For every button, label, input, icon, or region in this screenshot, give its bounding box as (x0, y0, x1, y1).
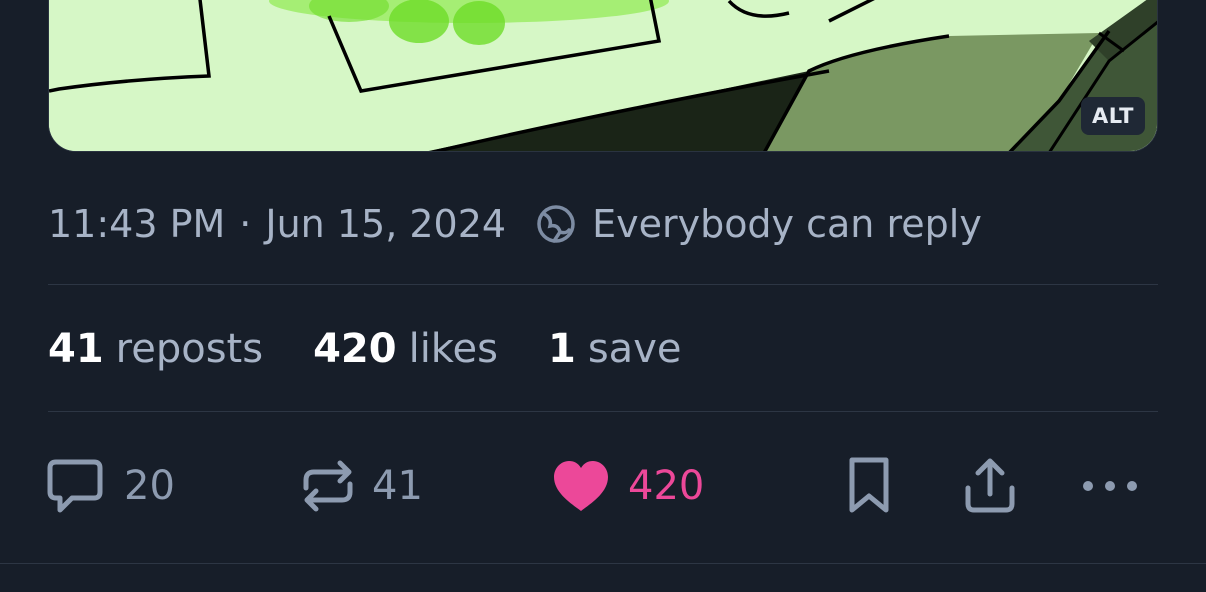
saves-count: 1 (548, 326, 576, 372)
post-stats: 41 reposts 420 likes 1 save (48, 322, 731, 376)
divider (48, 284, 1158, 285)
post-detail: ALT 11:43 PM · Jun 15, 2024 Everybody ca… (0, 0, 1206, 592)
like-button[interactable]: 420 (552, 454, 704, 518)
saves-stat[interactable]: 1 save (548, 326, 681, 372)
share-button[interactable] (962, 454, 1018, 518)
saves-label: save (587, 326, 682, 372)
bookmark-button[interactable] (846, 454, 892, 518)
cartoon-illustration (49, 0, 1157, 151)
likes-label: likes (408, 326, 498, 372)
post-image[interactable]: ALT (48, 0, 1158, 152)
alt-text-badge[interactable]: ALT (1081, 97, 1145, 135)
bookmark-icon (846, 456, 892, 516)
repost-icon (300, 456, 356, 516)
divider (48, 411, 1158, 412)
more-button[interactable] (1080, 454, 1140, 518)
globe-icon (536, 204, 576, 244)
reply-setting[interactable]: Everybody can reply (592, 202, 982, 246)
likes-stat[interactable]: 420 likes (313, 326, 498, 372)
divider (0, 563, 1206, 564)
reply-button[interactable]: 20 (46, 454, 175, 518)
heart-icon (552, 459, 610, 513)
reposts-stat[interactable]: 41 reposts (48, 326, 263, 372)
more-icon (1080, 476, 1140, 496)
like-count: 420 (628, 463, 705, 509)
action-bar: 20 41 420 (0, 454, 1206, 518)
meta-separator: · (239, 202, 252, 246)
reply-count: 20 (124, 463, 175, 509)
repost-count: 41 (372, 463, 423, 509)
share-icon (962, 456, 1018, 516)
post-time: 11:43 PM (48, 202, 226, 246)
reposts-label: reposts (115, 326, 264, 372)
repost-button[interactable]: 41 (300, 454, 423, 518)
post-date: Jun 15, 2024 (265, 202, 507, 246)
comment-icon (46, 456, 104, 516)
post-meta: 11:43 PM · Jun 15, 2024 Everybody can re… (48, 200, 982, 248)
reposts-count: 41 (48, 326, 104, 372)
likes-count: 420 (313, 326, 397, 372)
